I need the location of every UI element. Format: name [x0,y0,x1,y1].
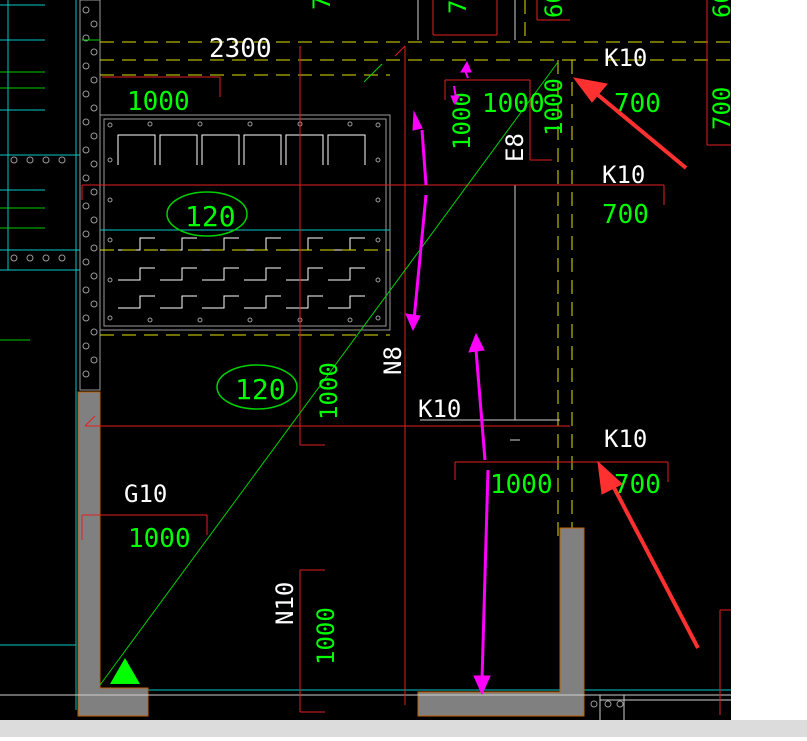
svg-text:120: 120 [185,200,236,233]
clip-60-right: 60 [708,0,736,18]
dim-n8-1000: 1000 [315,362,343,420]
clip-70-left: 70 [308,0,336,10]
dim-top-mid-1000: 1000 [482,89,545,119]
dim-top-mid-vert-1000: 1000 [448,92,476,150]
dim-g10-1000: 1000 [128,524,191,554]
dim-2300: 2300 [209,34,272,64]
dim-bottom-1000: 1000 [490,470,553,500]
label-n8: N8 [379,346,407,375]
label-k10-top: K10 [604,44,647,72]
label-k10-second: K10 [602,161,645,189]
label-k10-right: K10 [604,425,647,453]
dim-n10-1000: 1000 [312,607,340,665]
bottom-status-bar [0,720,807,737]
label-e8: E8 [501,133,529,162]
label-k10-mid: K10 [418,395,461,423]
label-n10: N10 [271,582,299,625]
cad-canvas[interactable]: 2300 1000 1000 700 700 1000 700 1000 100… [0,0,807,737]
svg-text:120: 120 [235,373,286,406]
clip-60: 60 [540,0,568,18]
clip-70-mid: 70 [444,0,472,14]
dim-top-left-1000: 1000 [127,87,190,117]
dim-k10-second-700: 700 [602,200,649,230]
dim-e8-1000: 1000 [540,78,568,136]
label-g10: G10 [124,480,167,508]
cad-drawing[interactable]: 2300 1000 1000 700 700 1000 700 1000 100… [0,0,807,737]
clip-700-right: 700 [708,87,736,130]
